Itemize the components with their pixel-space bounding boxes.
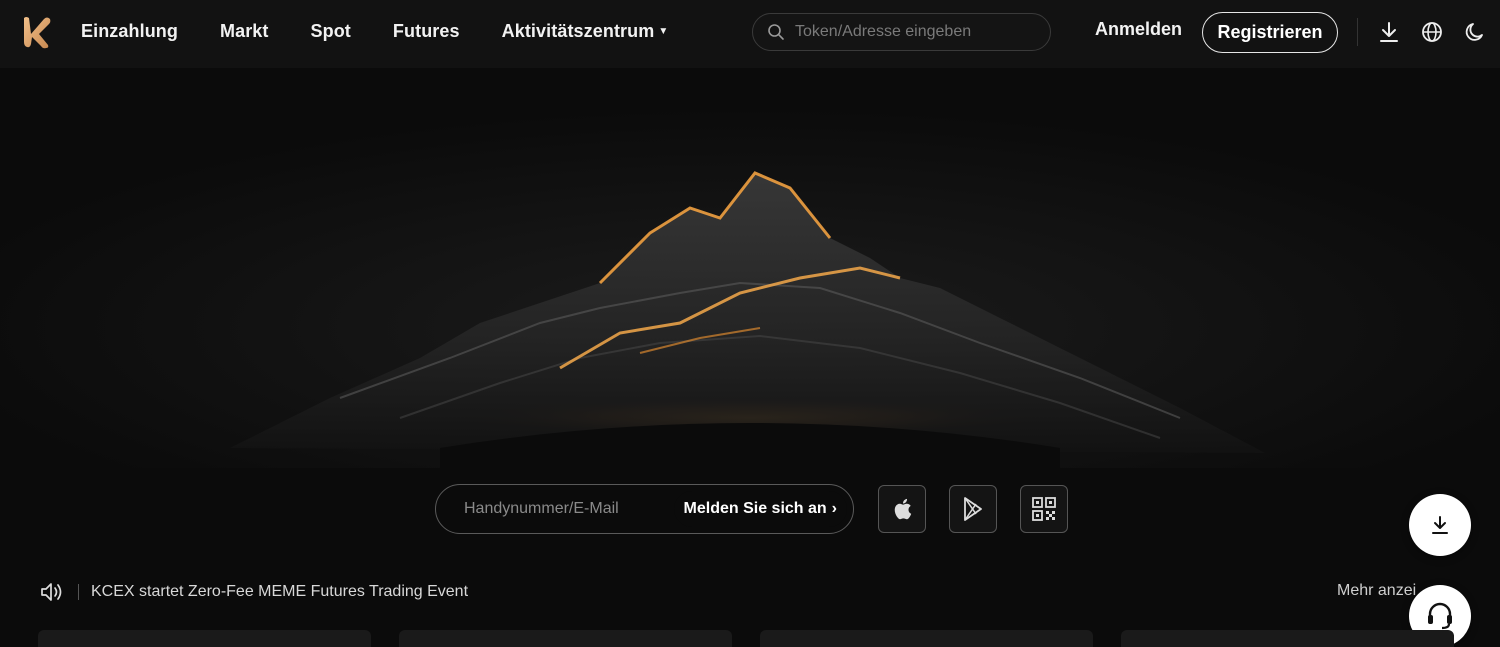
- promo-card[interactable]: [38, 630, 371, 647]
- phone-email-input[interactable]: [464, 500, 654, 518]
- chevron-right-icon: ›: [831, 500, 837, 517]
- page: Einzahlung Markt Spot Futures Aktivitäts…: [0, 0, 1500, 647]
- floating-download-button[interactable]: [1409, 494, 1471, 556]
- top-navbar: Einzahlung Markt Spot Futures Aktivitäts…: [0, 0, 1500, 68]
- nav-aktivitaetszentrum-label: Aktivitätszentrum: [501, 20, 655, 41]
- kcex-logo-icon[interactable]: [20, 14, 54, 50]
- apple-app-button[interactable]: [878, 485, 926, 533]
- google-play-icon: [964, 497, 982, 521]
- main-nav: Einzahlung Markt Spot Futures Aktivitäts…: [81, 0, 710, 62]
- search-box[interactable]: [752, 13, 1051, 51]
- nav-einzahlung[interactable]: Einzahlung: [81, 21, 178, 42]
- signup-button-label: Melden Sie sich an: [683, 500, 827, 517]
- promo-card[interactable]: [399, 630, 732, 647]
- announcement-divider: [78, 584, 79, 600]
- download-icon[interactable]: [1377, 20, 1401, 44]
- speaker-icon: [41, 583, 62, 601]
- nav-einzahlung-label: Einzahlung: [81, 20, 178, 41]
- nav-aktivitaetszentrum[interactable]: Aktivitätszentrum ▼: [502, 21, 669, 42]
- search-icon: [768, 24, 784, 40]
- caret-down-icon: ▼: [658, 25, 669, 37]
- qr-code-button[interactable]: [1020, 485, 1068, 533]
- mountain-illustration: [0, 68, 1500, 468]
- nav-futures[interactable]: Futures: [393, 21, 460, 42]
- nav-markt[interactable]: Markt: [220, 21, 269, 42]
- hero-banner: [0, 68, 1500, 468]
- download-icon: [1432, 516, 1448, 534]
- promo-card[interactable]: [760, 630, 1093, 647]
- apple-icon: [894, 498, 912, 520]
- show-more-link[interactable]: Mehr anzei: [1337, 582, 1416, 600]
- globe-icon[interactable]: [1420, 20, 1444, 44]
- promo-card[interactable]: [1121, 630, 1454, 647]
- signup-button[interactable]: Melden Sie sich an ›: [673, 491, 847, 527]
- header-divider: [1357, 18, 1358, 46]
- qr-code-icon: [1032, 497, 1056, 521]
- headset-icon: [1428, 602, 1452, 630]
- signup-box: Melden Sie sich an ›: [435, 484, 854, 534]
- search-input[interactable]: [795, 23, 1035, 41]
- announcement-text[interactable]: KCEX startet Zero-Fee MEME Futures Tradi…: [91, 583, 468, 601]
- announcement-bar: KCEX startet Zero-Fee MEME Futures Tradi…: [40, 580, 468, 604]
- google-play-button[interactable]: [949, 485, 997, 533]
- nav-spot[interactable]: Spot: [311, 21, 351, 42]
- register-button[interactable]: Registrieren: [1202, 12, 1338, 53]
- nav-futures-label: Futures: [392, 20, 460, 41]
- nav-spot-label: Spot: [310, 20, 351, 41]
- nav-markt-label: Markt: [220, 20, 269, 41]
- login-link[interactable]: Anmelden: [1095, 19, 1182, 40]
- moon-icon[interactable]: [1463, 20, 1487, 44]
